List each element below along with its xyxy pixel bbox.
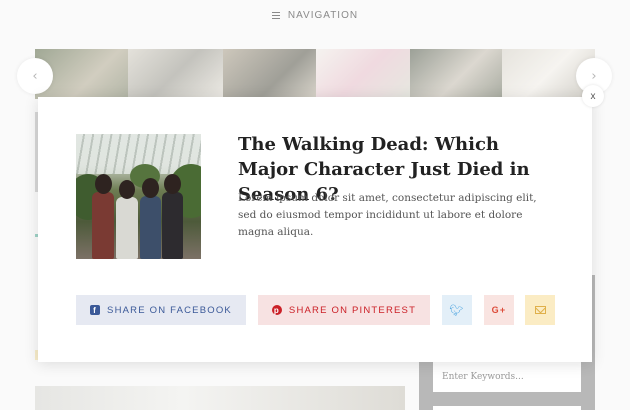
share-twitter-button[interactable]: 🐦︎: [442, 295, 472, 325]
mail-icon: [534, 306, 546, 314]
share-email-button[interactable]: [525, 295, 555, 325]
search-input[interactable]: Enter Keywords...: [433, 362, 581, 392]
search-placeholder: Enter Keywords...: [442, 372, 524, 382]
chevron-left-icon: ‹: [32, 68, 38, 84]
slider-prev-button[interactable]: ‹: [17, 58, 53, 94]
googleplus-icon: G+: [491, 305, 507, 315]
top-navigation[interactable]: NAVIGATION: [0, 0, 630, 30]
navigation-label: NAVIGATION: [287, 9, 359, 21]
share-pinterest-label: SHARE ON PINTEREST: [288, 304, 417, 316]
background-post-image: [35, 386, 405, 410]
share-pinterest-button[interactable]: p SHARE ON PINTEREST: [258, 295, 430, 325]
close-label: x: [590, 90, 596, 102]
chevron-right-icon: ›: [591, 68, 597, 84]
share-modal: The Walking Dead: Which Major Character …: [38, 97, 592, 362]
slider-overlay: [35, 49, 595, 99]
pinterest-icon: p: [271, 305, 282, 315]
post-thumbnail: [76, 134, 201, 259]
sidebar-widget: [433, 406, 581, 410]
post-excerpt: Lorem ipsum dolor sit amet, consectetur …: [238, 192, 537, 238]
facebook-icon: f: [90, 305, 101, 315]
hamburger-menu-icon: [271, 11, 280, 19]
twitter-icon: 🐦︎: [449, 303, 465, 317]
share-googleplus-button[interactable]: G+: [484, 295, 514, 325]
share-facebook-button[interactable]: f SHARE ON FACEBOOK: [76, 295, 246, 325]
share-facebook-label: SHARE ON FACEBOOK: [107, 304, 232, 316]
close-modal-button[interactable]: x: [582, 85, 604, 107]
